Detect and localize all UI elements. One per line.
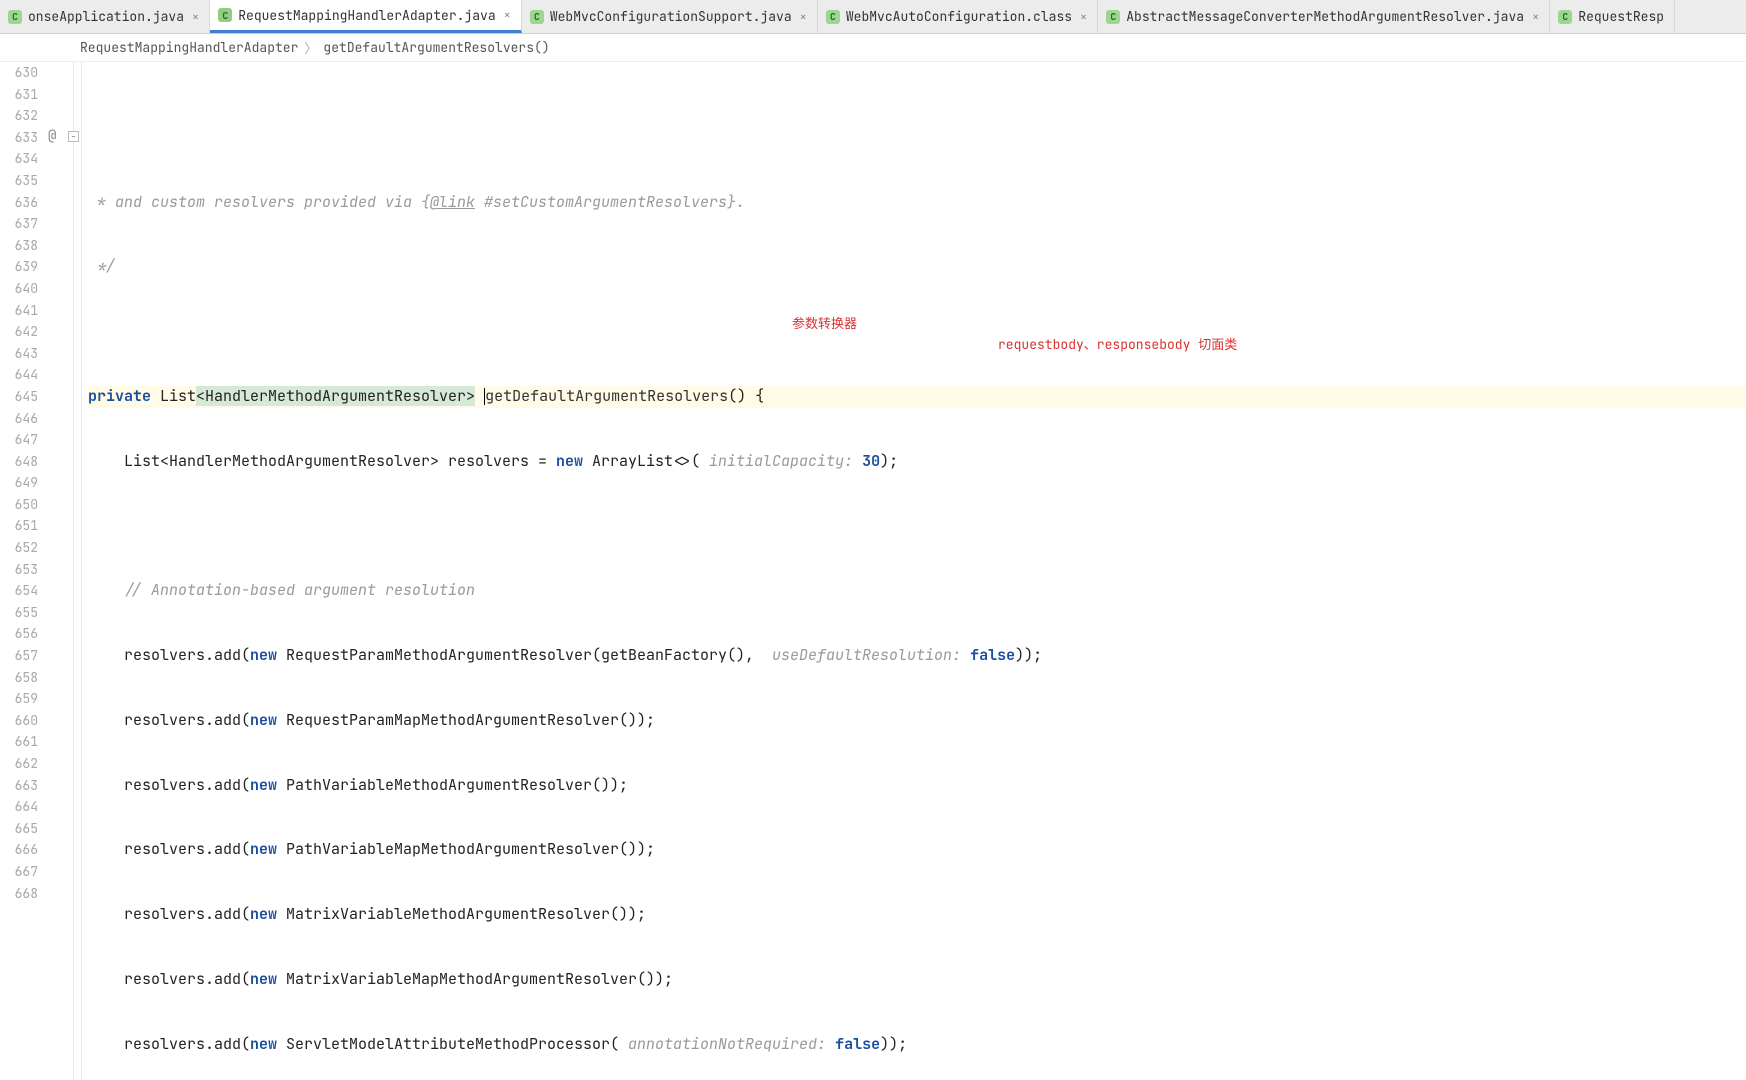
annotation-aspect-class: requestbody、responsebody 切面类 <box>998 334 1237 356</box>
override-marker-icon[interactable]: @ <box>48 127 56 145</box>
close-icon[interactable]: × <box>800 9 807 25</box>
java-class-icon: C <box>218 8 232 22</box>
annotation-column: @ <box>46 62 66 1080</box>
breadcrumb-method[interactable]: getDefaultArgumentResolvers() <box>323 39 549 56</box>
breadcrumb-class[interactable]: RequestMappingHandlerAdapter <box>80 39 298 56</box>
tab-request-resp[interactable]: CRequestResp <box>1550 0 1675 33</box>
java-class-icon: C <box>1106 10 1120 24</box>
tab-request-mapping-adapter[interactable]: CRequestMappingHandlerAdapter.java× <box>210 0 522 33</box>
fold-collapse-icon[interactable]: − <box>68 131 79 142</box>
annotation-param-converter: 参数转换器 <box>792 313 857 335</box>
code-editor[interactable]: 6306316326336346356366376386396406416426… <box>0 62 1746 1080</box>
java-class-icon: C <box>8 10 22 24</box>
close-icon[interactable]: × <box>192 9 199 25</box>
method-signature-line[interactable]: private List<HandlerMethodArgumentResolv… <box>88 386 1746 408</box>
chevron-right-icon: 〉 <box>298 38 323 57</box>
close-icon[interactable]: × <box>1532 9 1539 25</box>
close-icon[interactable]: × <box>1080 9 1087 25</box>
tab-webmvc-config-support[interactable]: CWebMvcConfigurationSupport.java× <box>522 0 818 33</box>
java-class-icon: C <box>1558 10 1572 24</box>
fold-column: − <box>66 62 82 1080</box>
tab-application[interactable]: ConseApplication.java× <box>0 0 210 33</box>
java-class-icon: C <box>826 10 840 24</box>
javadoc: * and custom resolvers provided via {@li… <box>88 192 745 212</box>
tab-webmvc-autoconfig[interactable]: CWebMvcAutoConfiguration.class× <box>818 0 1098 33</box>
line-gutter: 6306316326336346356366376386396406416426… <box>0 62 46 1080</box>
breadcrumb[interactable]: RequestMappingHandlerAdapter 〉 getDefaul… <box>0 34 1746 62</box>
java-class-icon: C <box>530 10 544 24</box>
code-area[interactable]: 参数转换器 requestbody、responsebody 切面类 * and… <box>88 62 1746 1080</box>
editor-tabs: ConseApplication.java× CRequestMappingHa… <box>0 0 1746 34</box>
close-icon[interactable]: × <box>504 7 511 23</box>
tab-abstract-message-converter[interactable]: CAbstractMessageConverterMethodArgumentR… <box>1098 0 1550 33</box>
